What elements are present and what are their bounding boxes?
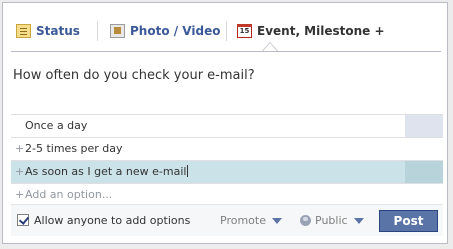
audience-label: Public: [315, 214, 348, 227]
tab-separator: [226, 21, 227, 41]
poll-option-3[interactable]: + As soon as I get a new e-mail: [11, 160, 443, 183]
option-drag-handle[interactable]: [405, 115, 443, 137]
poll-options-list: Once a day + 2-5 times per day + As soon…: [11, 114, 443, 206]
active-tab-caret: [262, 42, 278, 51]
plus-icon: +: [15, 142, 25, 155]
post-button[interactable]: Post: [379, 210, 438, 232]
tab-event-milestone[interactable]: 15 Event, Milestone +: [237, 21, 385, 41]
poll-option-1[interactable]: Once a day: [11, 114, 443, 137]
poll-option-text: As soon as I get a new e-mail: [25, 165, 189, 178]
plus-icon: +: [15, 165, 25, 178]
status-icon: [16, 24, 31, 38]
poll-question-input[interactable]: How often do you check your e-mail?: [13, 68, 255, 83]
tab-status[interactable]: Status: [16, 21, 80, 41]
tab-photo-label: Photo / Video: [130, 24, 221, 38]
tab-photo-video[interactable]: Photo / Video: [110, 21, 220, 41]
composer-panel: Status Photo / Video 15 Event, Milestone…: [2, 2, 448, 244]
option-drag-handle[interactable]: [405, 161, 443, 183]
text-cursor: [187, 165, 189, 177]
globe-icon: [300, 215, 311, 226]
poll-option-value: As soon as I get a new e-mail: [25, 165, 187, 178]
photo-icon: [110, 24, 125, 38]
tab-separator: [97, 21, 98, 41]
chevron-down-icon: [271, 217, 282, 224]
poll-option-text: 2-5 times per day: [25, 142, 123, 155]
audience-selector[interactable]: Public: [300, 214, 364, 227]
tabs-divider: [11, 51, 441, 52]
add-option-input[interactable]: + Add an option...: [11, 183, 443, 206]
composer-footer: Allow anyone to add options Promote Publ…: [11, 204, 443, 236]
tab-event-label: Event, Milestone +: [257, 24, 385, 38]
add-option-placeholder: Add an option...: [25, 188, 113, 201]
calendar-icon-number: 15: [239, 27, 250, 35]
calendar-icon: 15: [237, 24, 252, 38]
allow-options-checkbox[interactable]: [17, 214, 29, 226]
poll-option-text: Once a day: [25, 119, 88, 132]
promote-dropdown[interactable]: Promote: [220, 214, 282, 227]
plus-icon: +: [15, 188, 25, 201]
composer-tabs: Status Photo / Video 15 Event, Milestone…: [3, 3, 447, 52]
allow-options-label[interactable]: Allow anyone to add options: [34, 214, 190, 227]
poll-option-2[interactable]: + 2-5 times per day: [11, 137, 443, 160]
tab-status-label: Status: [36, 24, 80, 38]
promote-label: Promote: [220, 214, 266, 227]
chevron-down-icon: [353, 217, 364, 224]
